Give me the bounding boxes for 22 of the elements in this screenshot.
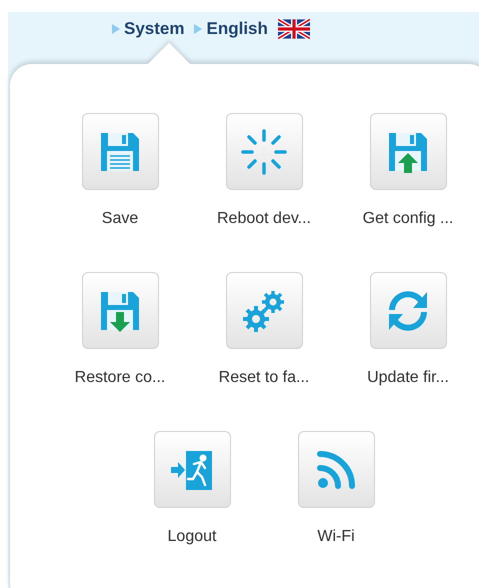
action-label: Update fir... xyxy=(367,368,449,388)
action-label: Save xyxy=(102,209,138,229)
action-label: Wi-Fi xyxy=(317,527,355,547)
action-label: Reset to fa... xyxy=(218,368,310,388)
breadcrumb-link[interactable]: English xyxy=(206,16,268,42)
breadcrumb-arrow-icon xyxy=(112,24,120,34)
breadcrumb-arrow-icon xyxy=(194,24,202,34)
action-tile-button[interactable] xyxy=(370,272,446,349)
action-tile-button[interactable] xyxy=(226,272,302,349)
action-tile-button[interactable] xyxy=(370,113,446,190)
action-tile-button[interactable] xyxy=(82,113,158,190)
action-tile-button[interactable] xyxy=(154,431,230,508)
breadcrumb-link[interactable]: System xyxy=(124,16,184,42)
flag-icon xyxy=(278,19,310,39)
spinner-icon xyxy=(239,126,289,176)
action-label: Get config ... xyxy=(362,209,454,229)
action-label: Restore co... xyxy=(74,368,166,388)
action-tile-button[interactable] xyxy=(298,431,374,508)
action-label: Reboot dev... xyxy=(217,209,311,229)
action-label: Logout xyxy=(168,527,216,547)
action-tile-button[interactable] xyxy=(82,272,158,349)
action-tile-button[interactable] xyxy=(226,113,302,190)
